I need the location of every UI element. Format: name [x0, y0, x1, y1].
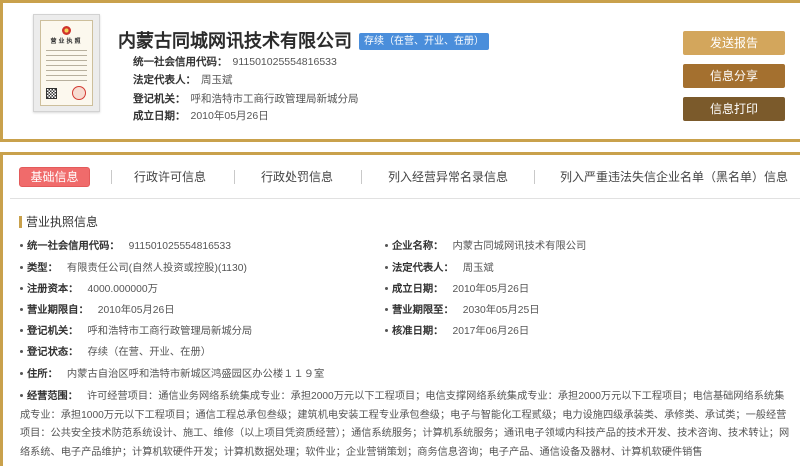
field-value: 2030年05月25日: [462, 305, 540, 316]
business-license-thumbnail[interactable]: 营业执照: [33, 14, 100, 112]
bullet-icon: [385, 265, 388, 269]
company-name: 内蒙古同城网讯技术有限公司: [118, 31, 352, 51]
status-badge: 存续（在营、开业、在册）: [359, 33, 489, 50]
field-company-type: 类型： 有限责任公司(自然人投资或控股)(1130): [20, 261, 247, 277]
national-emblem-icon: [62, 26, 71, 35]
tab-separator: [234, 170, 235, 184]
bullet-icon: [385, 243, 388, 247]
qr-code-icon: [46, 88, 57, 99]
header-label: 统一社会信用代码：: [133, 56, 228, 68]
field-label: 类型：: [27, 263, 58, 274]
field-value: 存续（在营、开业、在册）: [87, 347, 212, 358]
field-value: 2010年05月26日: [97, 305, 175, 316]
field-label: 住所：: [27, 369, 58, 380]
bullet-icon: [385, 328, 388, 332]
tab-separator: [111, 170, 112, 184]
field-value: 911501025554816533: [128, 241, 231, 252]
header-label: 成立日期：: [133, 110, 186, 122]
field-label: 经营范围：: [27, 391, 78, 402]
header-label: 法定代表人：: [133, 74, 196, 86]
section-marker: [19, 216, 22, 228]
bullet-icon: [20, 286, 23, 290]
header-value: 呼和浩特市工商行政管理局新城分局: [190, 93, 359, 105]
field-value: 4000.000000万: [87, 284, 158, 295]
red-seal-icon: [72, 86, 86, 100]
bullet-icon: [385, 286, 388, 290]
header-value: 2010年05月26日: [190, 110, 269, 122]
header-row-legal-rep: 法定代表人： 周玉斌: [133, 72, 233, 88]
company-detail-card: 基础信息 行政许可信息 行政处罚信息 列入经营异常名录信息 列入严重违法失信企业…: [0, 152, 800, 466]
field-term-to: 营业期限至： 2030年05月25日: [385, 303, 540, 319]
field-value: 2017年06月26日: [452, 326, 530, 337]
tab-basic-info[interactable]: 基础信息: [19, 167, 90, 187]
field-value: 许可经营项目：通信业务网络系统集成专业：承担2000万元以下工程项目；电信支撑网…: [20, 391, 790, 458]
header-label: 登记机关：: [133, 93, 186, 105]
field-label: 登记机关：: [27, 326, 79, 337]
bullet-icon: [20, 243, 23, 247]
header-row-established-date: 成立日期： 2010年05月26日: [133, 108, 269, 124]
bullet-icon: [385, 307, 388, 311]
field-company-name: 企业名称： 内蒙古同城网讯技术有限公司: [385, 239, 586, 255]
tab-abnormal-operation-list[interactable]: 列入经营异常名录信息: [388, 167, 508, 187]
field-label: 企业名称：: [392, 241, 444, 252]
license-document: 营业执照: [40, 20, 93, 106]
header-row-registration-authority: 登记机关： 呼和浩特市工商行政管理局新城分局: [133, 91, 359, 107]
bullet-icon: [20, 307, 23, 311]
send-report-button[interactable]: 发送报告: [683, 31, 785, 55]
field-label: 统一社会信用代码：: [27, 241, 120, 252]
section-title: 营业执照信息: [26, 215, 99, 229]
field-established-date: 成立日期： 2010年05月26日: [385, 282, 529, 298]
field-business-scope: 经营范围： 许可经营项目：通信业务网络系统集成专业：承担2000万元以下工程项目；…: [20, 388, 792, 462]
page: 营业执照 内蒙古同城网讯技术有限公司 存续（在营、开业、在册） 统一社会信用代码…: [0, 0, 800, 466]
tab-administrative-license[interactable]: 行政许可信息: [134, 167, 206, 187]
header-value: 周玉斌: [201, 74, 233, 86]
field-approval-date: 核准日期： 2017年06月26日: [385, 324, 529, 340]
bullet-icon: [20, 349, 23, 353]
header-row-credit-code: 统一社会信用代码： 911501025554816533: [133, 54, 337, 70]
company-header-card: 营业执照 内蒙古同城网讯技术有限公司 存续（在营、开业、在册） 统一社会信用代码…: [0, 0, 800, 142]
print-info-button[interactable]: 信息打印: [683, 97, 785, 121]
field-credit-code: 统一社会信用代码： 911501025554816533: [20, 239, 231, 255]
field-label: 登记状态：: [27, 347, 79, 358]
tab-blacklist[interactable]: 列入严重违法失信企业名单（黑名单）信息: [560, 167, 788, 187]
bullet-icon: [20, 328, 23, 332]
bullet-icon: [20, 265, 23, 269]
field-registered-capital: 注册资本： 4000.000000万: [20, 282, 158, 298]
tabs-divider: [10, 198, 800, 199]
field-label: 注册资本：: [27, 284, 79, 295]
field-registration-authority: 登记机关： 呼和浩特市工商行政管理局新城分局: [20, 324, 252, 340]
bullet-icon: [20, 393, 23, 397]
tab-administrative-penalty[interactable]: 行政处罚信息: [261, 167, 333, 187]
header-value: 911501025554816533: [232, 56, 337, 68]
field-value: 有限责任公司(自然人投资或控股)(1130): [66, 263, 247, 274]
field-term-from: 营业期限自： 2010年05月26日: [20, 303, 175, 319]
field-label: 法定代表人：: [392, 263, 454, 274]
tab-separator: [534, 170, 535, 184]
field-label: 核准日期：: [392, 326, 444, 337]
share-info-button[interactable]: 信息分享: [683, 64, 785, 88]
field-legal-representative: 法定代表人： 周玉斌: [385, 261, 494, 277]
field-label: 成立日期：: [392, 284, 444, 295]
field-value: 呼和浩特市工商行政管理局新城分局: [87, 326, 253, 337]
field-address: 住所： 内蒙古自治区呼和浩特市新城区鸿盛园区办公楼１１９室: [20, 367, 324, 383]
field-value: 内蒙古自治区呼和浩特市新城区鸿盛园区办公楼１１９室: [66, 369, 325, 380]
field-value: 周玉斌: [462, 263, 494, 274]
field-value: 2010年05月26日: [452, 284, 530, 295]
field-value: 内蒙古同城网讯技术有限公司: [452, 241, 587, 252]
field-registration-status: 登记状态： 存续（在营、开业、在册）: [20, 345, 211, 361]
field-label: 营业期限自：: [27, 305, 89, 316]
license-title: 营业执照: [50, 39, 83, 45]
license-text-lines: [46, 50, 87, 84]
tab-separator: [361, 170, 362, 184]
bullet-icon: [20, 371, 23, 375]
field-label: 营业期限至：: [392, 305, 454, 316]
